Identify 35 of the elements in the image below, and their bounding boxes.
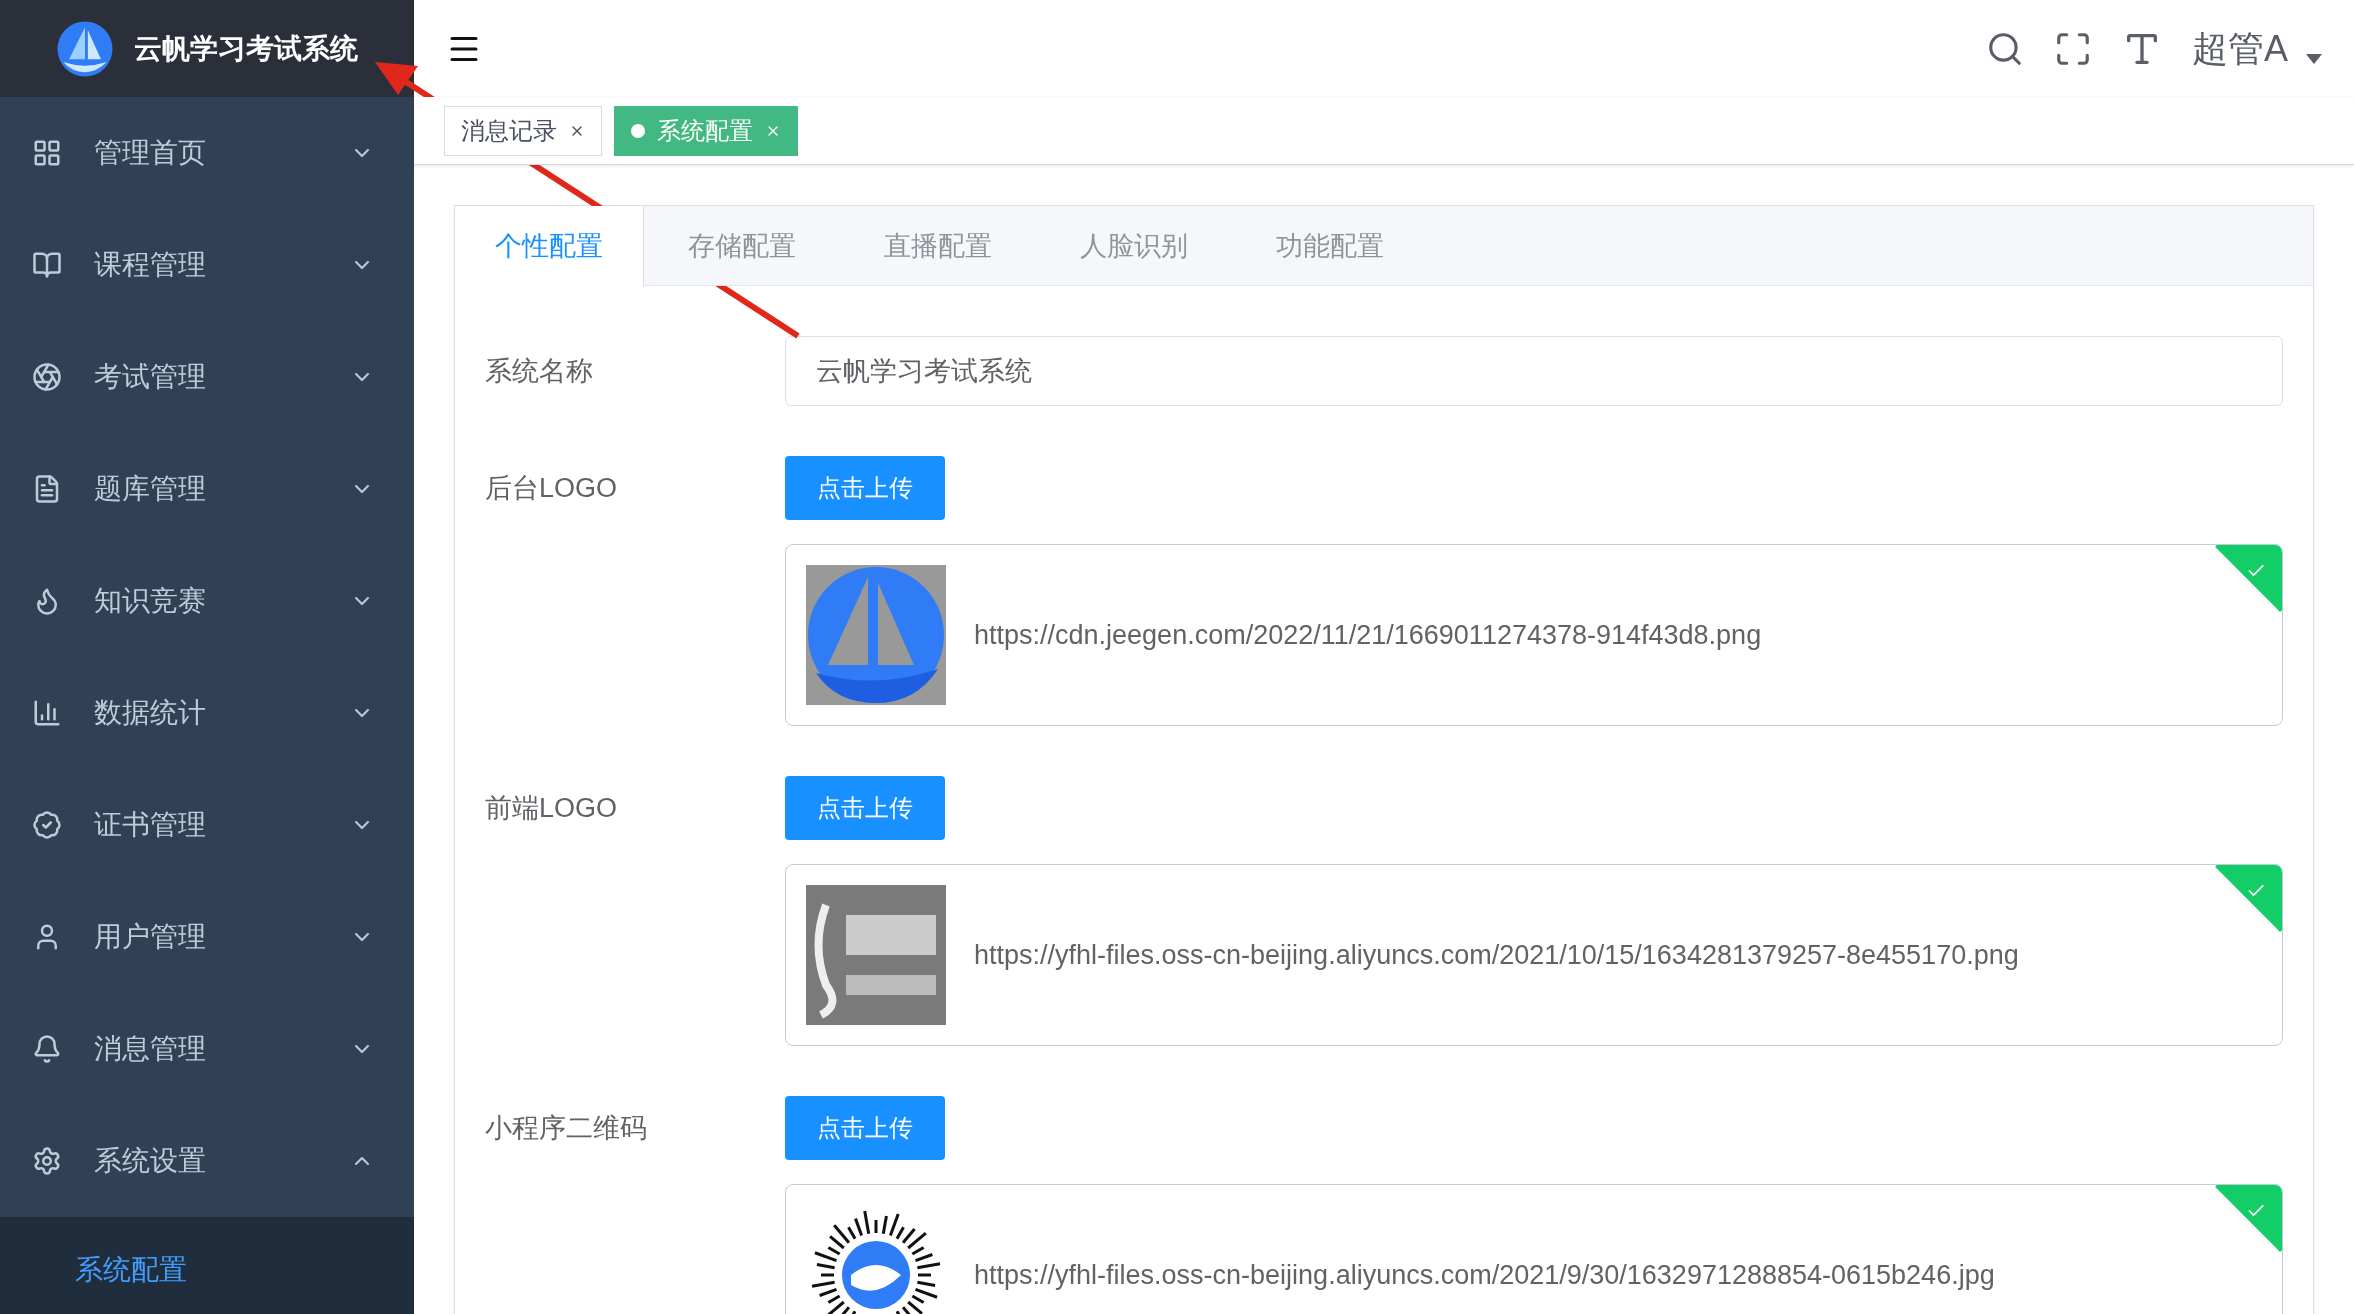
menu-item[interactable]: 数据统计 xyxy=(0,657,414,769)
menu-item[interactable]: 课程管理 xyxy=(0,209,414,321)
badge-icon xyxy=(32,810,62,840)
field-label: 前端LOGO xyxy=(485,792,619,825)
upload-button[interactable]: 点击上传 xyxy=(785,456,945,520)
menu-item[interactable]: 题库管理 xyxy=(0,433,414,545)
caret-icon xyxy=(2306,53,2322,64)
menu-item[interactable]: 管理首页 xyxy=(0,97,414,209)
field-label: 后台LOGO xyxy=(485,472,619,505)
file-url[interactable]: https://yfhl-files.oss-cn-beijing.aliyuncs.com/2021/9/30/1632971288854-0615b246.jpg xyxy=(974,1254,1995,1296)
user-name[interactable]: 超管A xyxy=(2192,21,2288,76)
sail-logo xyxy=(56,19,114,78)
menu-item[interactable]: 消息管理 xyxy=(0,993,414,1105)
tab[interactable]: 个性配置 xyxy=(455,206,644,287)
bar-chart-icon xyxy=(32,698,62,728)
upload-button[interactable]: 点击上传 xyxy=(785,776,945,840)
settings-icon xyxy=(32,1146,62,1176)
grid-icon xyxy=(32,138,62,168)
input-field[interactable]: 云帆学习考试系统 xyxy=(785,336,2283,406)
page-tag[interactable]: 消息记录 xyxy=(444,105,602,156)
field-label: 小程序二维码 xyxy=(485,1112,648,1145)
menu-item[interactable]: 考试管理 xyxy=(0,321,414,433)
upload-button[interactable]: 点击上传 xyxy=(785,1096,945,1160)
aperture-icon xyxy=(32,362,62,392)
submenu-item[interactable]: 系统配置 xyxy=(0,1217,414,1314)
file-url[interactable]: https://cdn.jeegen.com/2022/11/21/1669011274378-914f43d8.png xyxy=(974,614,1762,656)
bell-icon xyxy=(32,1034,62,1064)
menu-item[interactable]: 系统设置 xyxy=(0,1105,414,1217)
app-title: 云帆学习考试系统 xyxy=(134,31,358,66)
file-url[interactable]: https://yfhl-files.oss-cn-beijing.aliyuncs.com/2021/10/15/1634281379257-8e455170.png xyxy=(974,934,2019,976)
book-icon xyxy=(32,250,62,280)
field-label: 系统名称 xyxy=(485,355,594,388)
menu-item[interactable]: 证书管理 xyxy=(0,769,414,881)
menu-item[interactable]: 知识竞赛 xyxy=(0,545,414,657)
menu-item[interactable]: 用户管理 xyxy=(0,881,414,993)
